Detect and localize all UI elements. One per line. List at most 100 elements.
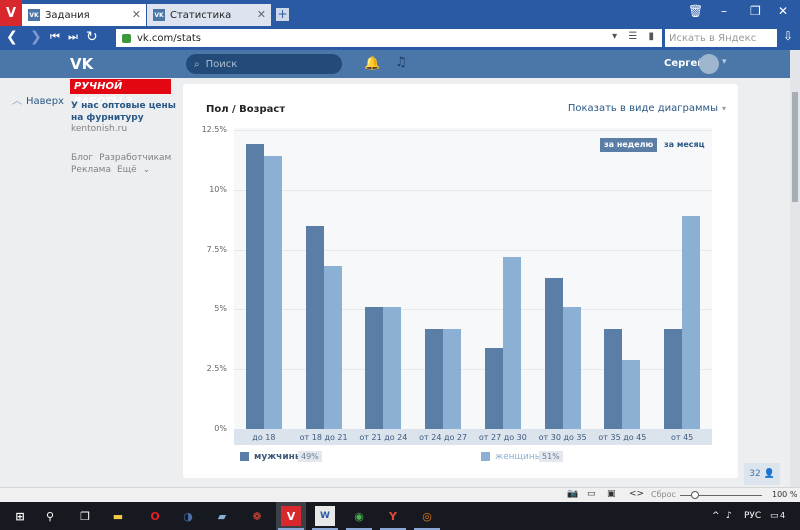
home-icon[interactable]: ⏮: [50, 29, 60, 45]
ad-banner[interactable]: РУЧНОЙ РАБОТЫ ?: [70, 79, 171, 107]
bell-icon[interactable]: 🔔: [364, 56, 380, 71]
bar-men[interactable]: [484, 347, 503, 429]
search-icon: ⌕: [194, 58, 200, 70]
close-icon[interactable]: ✕: [132, 8, 141, 21]
footer-link-ads[interactable]: Реклама: [71, 165, 111, 175]
zoom-slider-handle[interactable]: [691, 491, 699, 499]
bar-men[interactable]: [305, 225, 324, 429]
x-tick-label: от 27 до 30: [478, 433, 527, 442]
vk-favicon-icon: VK: [153, 9, 165, 21]
footer-links: Блог Разработчикам Реклама Ещё ⌄: [71, 152, 177, 176]
windows-start-icon[interactable]: ⊞: [10, 506, 30, 526]
vk-search-input[interactable]: ⌕ Поиск: [186, 54, 342, 74]
window-close-icon[interactable]: ✕: [778, 4, 788, 18]
music-icon[interactable]: ♫: [395, 55, 407, 70]
search-placeholder: Искать в Яндекс: [669, 32, 757, 44]
url-actions-icon[interactable]: ▾ ☰ ▮: [612, 31, 658, 42]
trash-icon[interactable]: 🗑: [688, 4, 703, 18]
x-tick-label: от 45: [670, 433, 694, 442]
bar-men[interactable]: [365, 307, 384, 429]
restore-icon[interactable]: ❐: [750, 4, 761, 18]
bar-women[interactable]: [323, 266, 342, 429]
app-icon[interactable]: ❁: [247, 506, 267, 526]
tab-statistics[interactable]: VK Статистика ✕: [147, 4, 271, 26]
new-tab-button[interactable]: +: [276, 8, 289, 21]
bar-men[interactable]: [544, 278, 563, 429]
bar-women[interactable]: [562, 307, 581, 429]
chrome-icon[interactable]: ◉: [349, 506, 369, 526]
period-month-button[interactable]: за месяц: [664, 139, 705, 151]
browser-menu-button[interactable]: V: [0, 0, 22, 26]
bar-women[interactable]: [682, 216, 701, 429]
user-icon: 👤: [763, 469, 775, 479]
minimize-icon[interactable]: –: [721, 4, 727, 18]
search-input[interactable]: Искать в Яндекс: [665, 29, 777, 47]
bar-men[interactable]: [664, 328, 683, 429]
y-tick-label: 10%: [209, 184, 227, 194]
legend-pct-men: 49%: [298, 451, 322, 462]
footer-link-developers[interactable]: Разработчикам: [99, 153, 171, 163]
firefox-icon[interactable]: ◎: [417, 506, 437, 526]
url-text: vk.com/stats: [137, 32, 202, 44]
footer-link-more[interactable]: Ещё: [117, 165, 137, 175]
ad-title[interactable]: У нас оптовые цены на фурнитуру: [71, 100, 181, 124]
chevron-up-icon: ︿: [12, 96, 22, 107]
bar-women[interactable]: [502, 256, 521, 429]
diagram-toggle[interactable]: Показать в виде диаграммы ▾: [568, 103, 726, 114]
gridline: [234, 130, 712, 131]
x-tick-label: от 24 до 27: [419, 433, 468, 442]
chevron-down-icon: ⌄: [142, 165, 151, 175]
legend-label-men[interactable]: мужчины: [254, 452, 303, 462]
reload-icon[interactable]: ↻: [86, 29, 98, 45]
online-counter[interactable]: 32 👤: [744, 463, 780, 485]
language-indicator[interactable]: РУС: [744, 511, 761, 521]
skip-icon[interactable]: ⏭: [68, 29, 78, 45]
bar-men[interactable]: [604, 328, 623, 429]
browser-tab-strip: V VK Задания ✕ VK Статистика ✕ + 🗑 – ❐ ✕: [0, 0, 800, 26]
legend-label-women[interactable]: женщины: [495, 452, 542, 462]
forward-icon[interactable]: ❯: [30, 29, 42, 45]
bar-women[interactable]: [263, 156, 282, 429]
yandex-icon[interactable]: Y: [383, 506, 403, 526]
code-icon[interactable]: <>: [629, 489, 644, 499]
notification-count: 4: [780, 511, 786, 520]
bar-women[interactable]: [443, 328, 462, 429]
app-icon[interactable]: ▰: [212, 506, 232, 526]
search-icon[interactable]: ⚲: [40, 506, 60, 526]
y-tick-label: 12.5%: [201, 125, 227, 134]
vk-logo[interactable]: VK: [70, 55, 93, 73]
back-icon[interactable]: ❮: [6, 29, 18, 45]
notification-icon[interactable]: ▭: [770, 511, 779, 521]
vk-favicon-icon: VK: [28, 9, 40, 21]
address-bar[interactable]: vk.com/stats ▾ ☰ ▮: [116, 29, 662, 47]
zoom-reset-button[interactable]: Сброс: [651, 490, 676, 499]
file-explorer-icon[interactable]: ▬: [108, 506, 128, 526]
vivaldi-icon[interactable]: V: [281, 506, 301, 526]
avatar[interactable]: [699, 54, 719, 74]
app-icon[interactable]: ◑: [178, 506, 198, 526]
period-week-button[interactable]: за неделю: [600, 138, 658, 152]
x-tick-label: от 18 до 21: [299, 433, 348, 442]
task-view-icon[interactable]: ❐: [75, 506, 95, 526]
downloads-icon[interactable]: ⇩: [783, 29, 793, 43]
bar-men[interactable]: [425, 328, 444, 429]
opera-icon[interactable]: O: [145, 506, 165, 526]
back-to-top-link[interactable]: ︿ Наверх: [12, 92, 64, 107]
image-icon[interactable]: ▣: [607, 489, 616, 499]
speaker-icon[interactable]: ♪: [726, 511, 732, 521]
scrollbar-thumb[interactable]: [792, 92, 798, 202]
zoom-level: 100 %: [772, 490, 798, 499]
window-icon[interactable]: ▭: [587, 489, 596, 499]
footer-link-blog[interactable]: Блог: [71, 153, 93, 163]
bar-women[interactable]: [622, 359, 641, 429]
bar-women[interactable]: [383, 307, 402, 429]
bar-men[interactable]: [245, 144, 264, 429]
chevron-up-icon[interactable]: ^: [712, 511, 720, 521]
word-icon[interactable]: W: [315, 506, 335, 526]
chevron-down-icon[interactable]: ▾: [722, 57, 727, 67]
vk-search-placeholder: Поиск: [205, 58, 238, 70]
tab-tasks[interactable]: VK Задания ✕: [22, 4, 146, 26]
camera-icon[interactable]: 📷: [567, 489, 578, 499]
close-icon[interactable]: ✕: [257, 8, 266, 21]
legend-pct-women: 51%: [539, 451, 563, 462]
